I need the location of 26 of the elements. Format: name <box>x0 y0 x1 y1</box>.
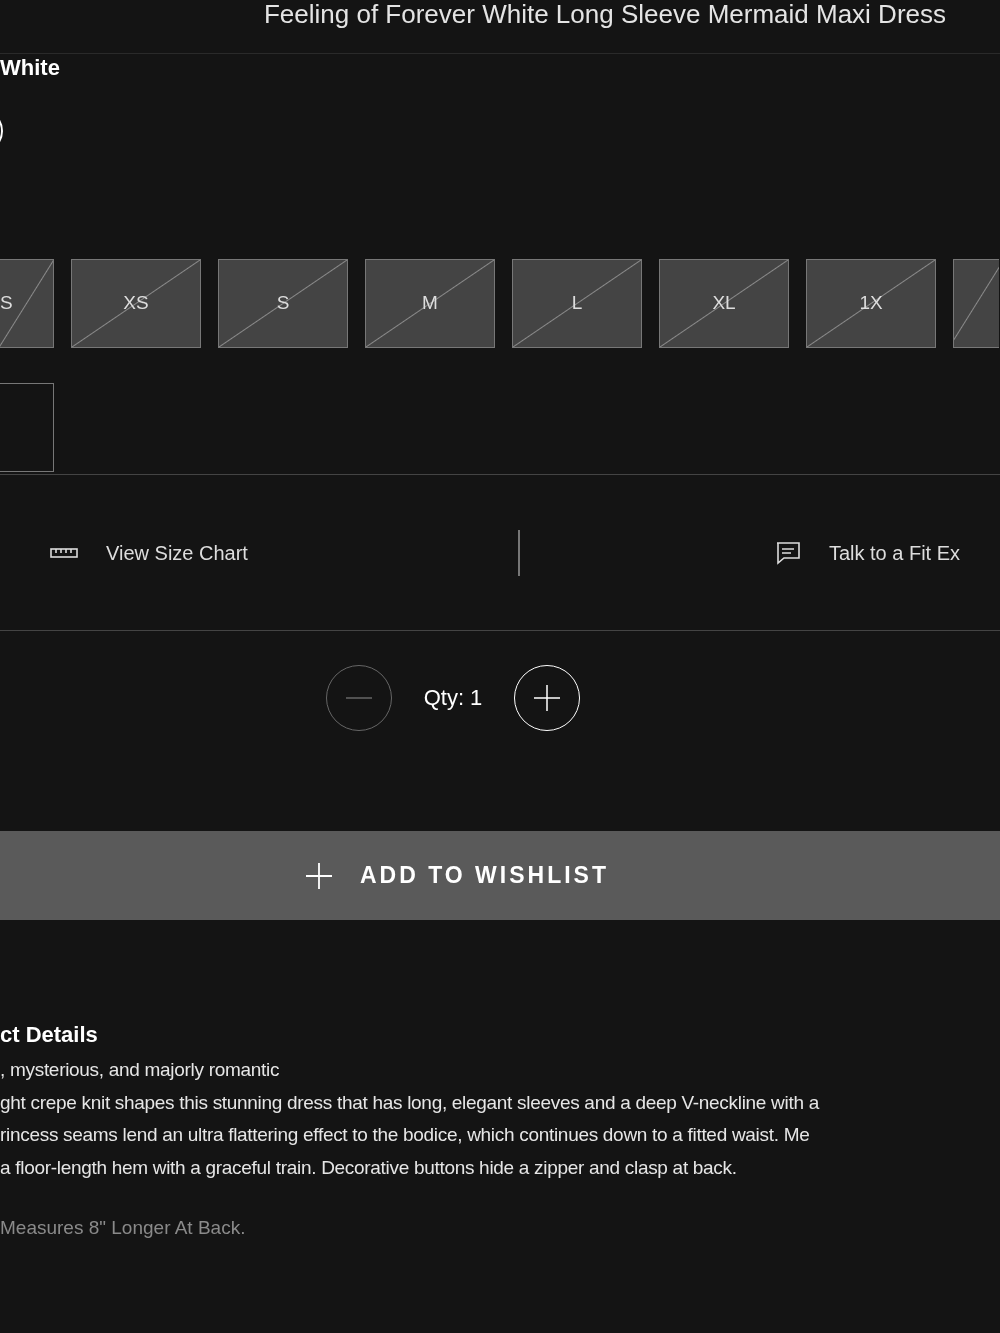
color-name: White <box>0 55 61 81</box>
description-line: rincess seams lend an ultra flattering effect to the bodice, which continues down to a fitted waist. Me <box>0 1123 811 1147</box>
size-option[interactable]: M <box>365 259 495 348</box>
link[interactable]: View Size Chart <box>50 537 248 568</box>
length-note: Measures 8" Longer At Back. <box>0 1216 247 1240</box>
ruler-icon <box>50 546 78 559</box>
description-line: a floor-length hem with a graceful train. Decorative buttons hide a zipper and clasp at back. <box>0 1155 738 1180</box>
quantity-label: Qty: 1 <box>423 684 483 712</box>
product-title: Feeling of Forever White Long Sleeve Mermaid Maxi Dress <box>263 0 946 31</box>
size-option[interactable]: S <box>218 259 348 348</box>
section-heading: ct Details <box>0 1021 99 1049</box>
size-option[interactable]: L <box>512 259 642 348</box>
add-to-wishlist-button[interactable]: ADD TO WISHLIST <box>0 831 1000 920</box>
chat-icon <box>774 539 801 566</box>
size-option[interactable]: S <box>0 259 54 348</box>
plus-icon <box>534 685 561 711</box>
link[interactable]: Talk to a Fit Ex <box>774 537 961 568</box>
size-option[interactable] <box>953 259 999 348</box>
size-option[interactable] <box>0 382 54 472</box>
plus-icon <box>306 862 332 889</box>
minus-icon <box>345 697 372 699</box>
description-line: ght crepe knit shapes this stunning dress that has long, elegant sleeves and a deep V-neckline with a <box>0 1090 821 1115</box>
size-option[interactable]: XS <box>71 259 201 348</box>
description-line: , mysterious, and majorly romantic <box>0 1058 281 1082</box>
size-option[interactable]: 1X <box>806 259 936 348</box>
size-option[interactable]: XL <box>659 259 789 348</box>
